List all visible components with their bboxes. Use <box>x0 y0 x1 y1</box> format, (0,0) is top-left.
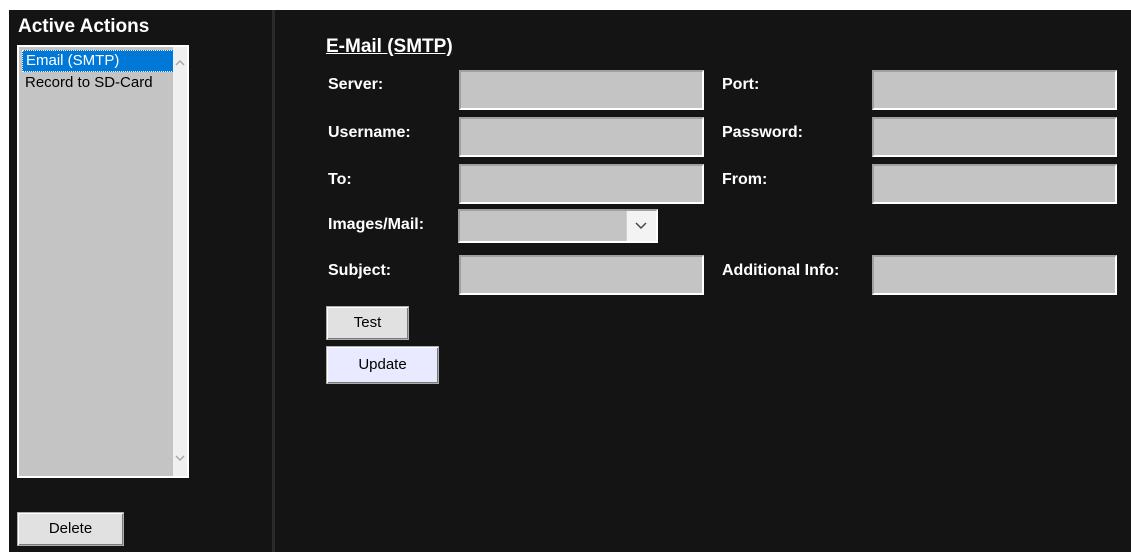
password-input[interactable] <box>872 117 1117 157</box>
from-label: From: <box>722 171 768 188</box>
list-item-email-smtp[interactable]: Email (SMTP) <box>22 50 176 72</box>
additional-info-label: Additional Info: <box>722 262 840 279</box>
images-per-mail-label: Images/Mail: <box>328 216 425 233</box>
server-input[interactable] <box>459 70 704 110</box>
from-input[interactable] <box>872 164 1117 204</box>
username-label: Username: <box>328 124 411 141</box>
delete-button[interactable]: Delete <box>17 512 124 546</box>
to-label: To: <box>328 171 352 188</box>
chevron-up-icon[interactable] <box>173 55 187 73</box>
port-label: Port: <box>722 76 760 93</box>
to-input[interactable] <box>459 164 704 204</box>
list-item-record-sd-card[interactable]: Record to SD-Card <box>21 72 171 94</box>
username-input[interactable] <box>459 117 704 157</box>
images-per-mail-select[interactable] <box>458 209 658 243</box>
password-label: Password: <box>722 124 803 141</box>
subject-input[interactable] <box>459 255 704 295</box>
section-title: E-Mail (SMTP) <box>326 36 453 57</box>
update-button[interactable]: Update <box>326 346 439 384</box>
chevron-down-icon[interactable] <box>626 211 656 241</box>
port-input[interactable] <box>872 70 1117 110</box>
server-label: Server: <box>328 76 384 93</box>
subject-label: Subject: <box>328 262 392 279</box>
additional-info-input[interactable] <box>872 255 1117 295</box>
app-window: Active Actions Email (SMTP) Record to SD… <box>0 0 1131 552</box>
chevron-down-icon[interactable] <box>173 450 187 468</box>
test-button[interactable]: Test <box>326 306 409 340</box>
active-actions-title: Active Actions <box>18 16 150 37</box>
listbox-scrollbar[interactable] <box>173 47 187 476</box>
active-actions-listbox[interactable]: Email (SMTP) Record to SD-Card <box>17 45 189 478</box>
